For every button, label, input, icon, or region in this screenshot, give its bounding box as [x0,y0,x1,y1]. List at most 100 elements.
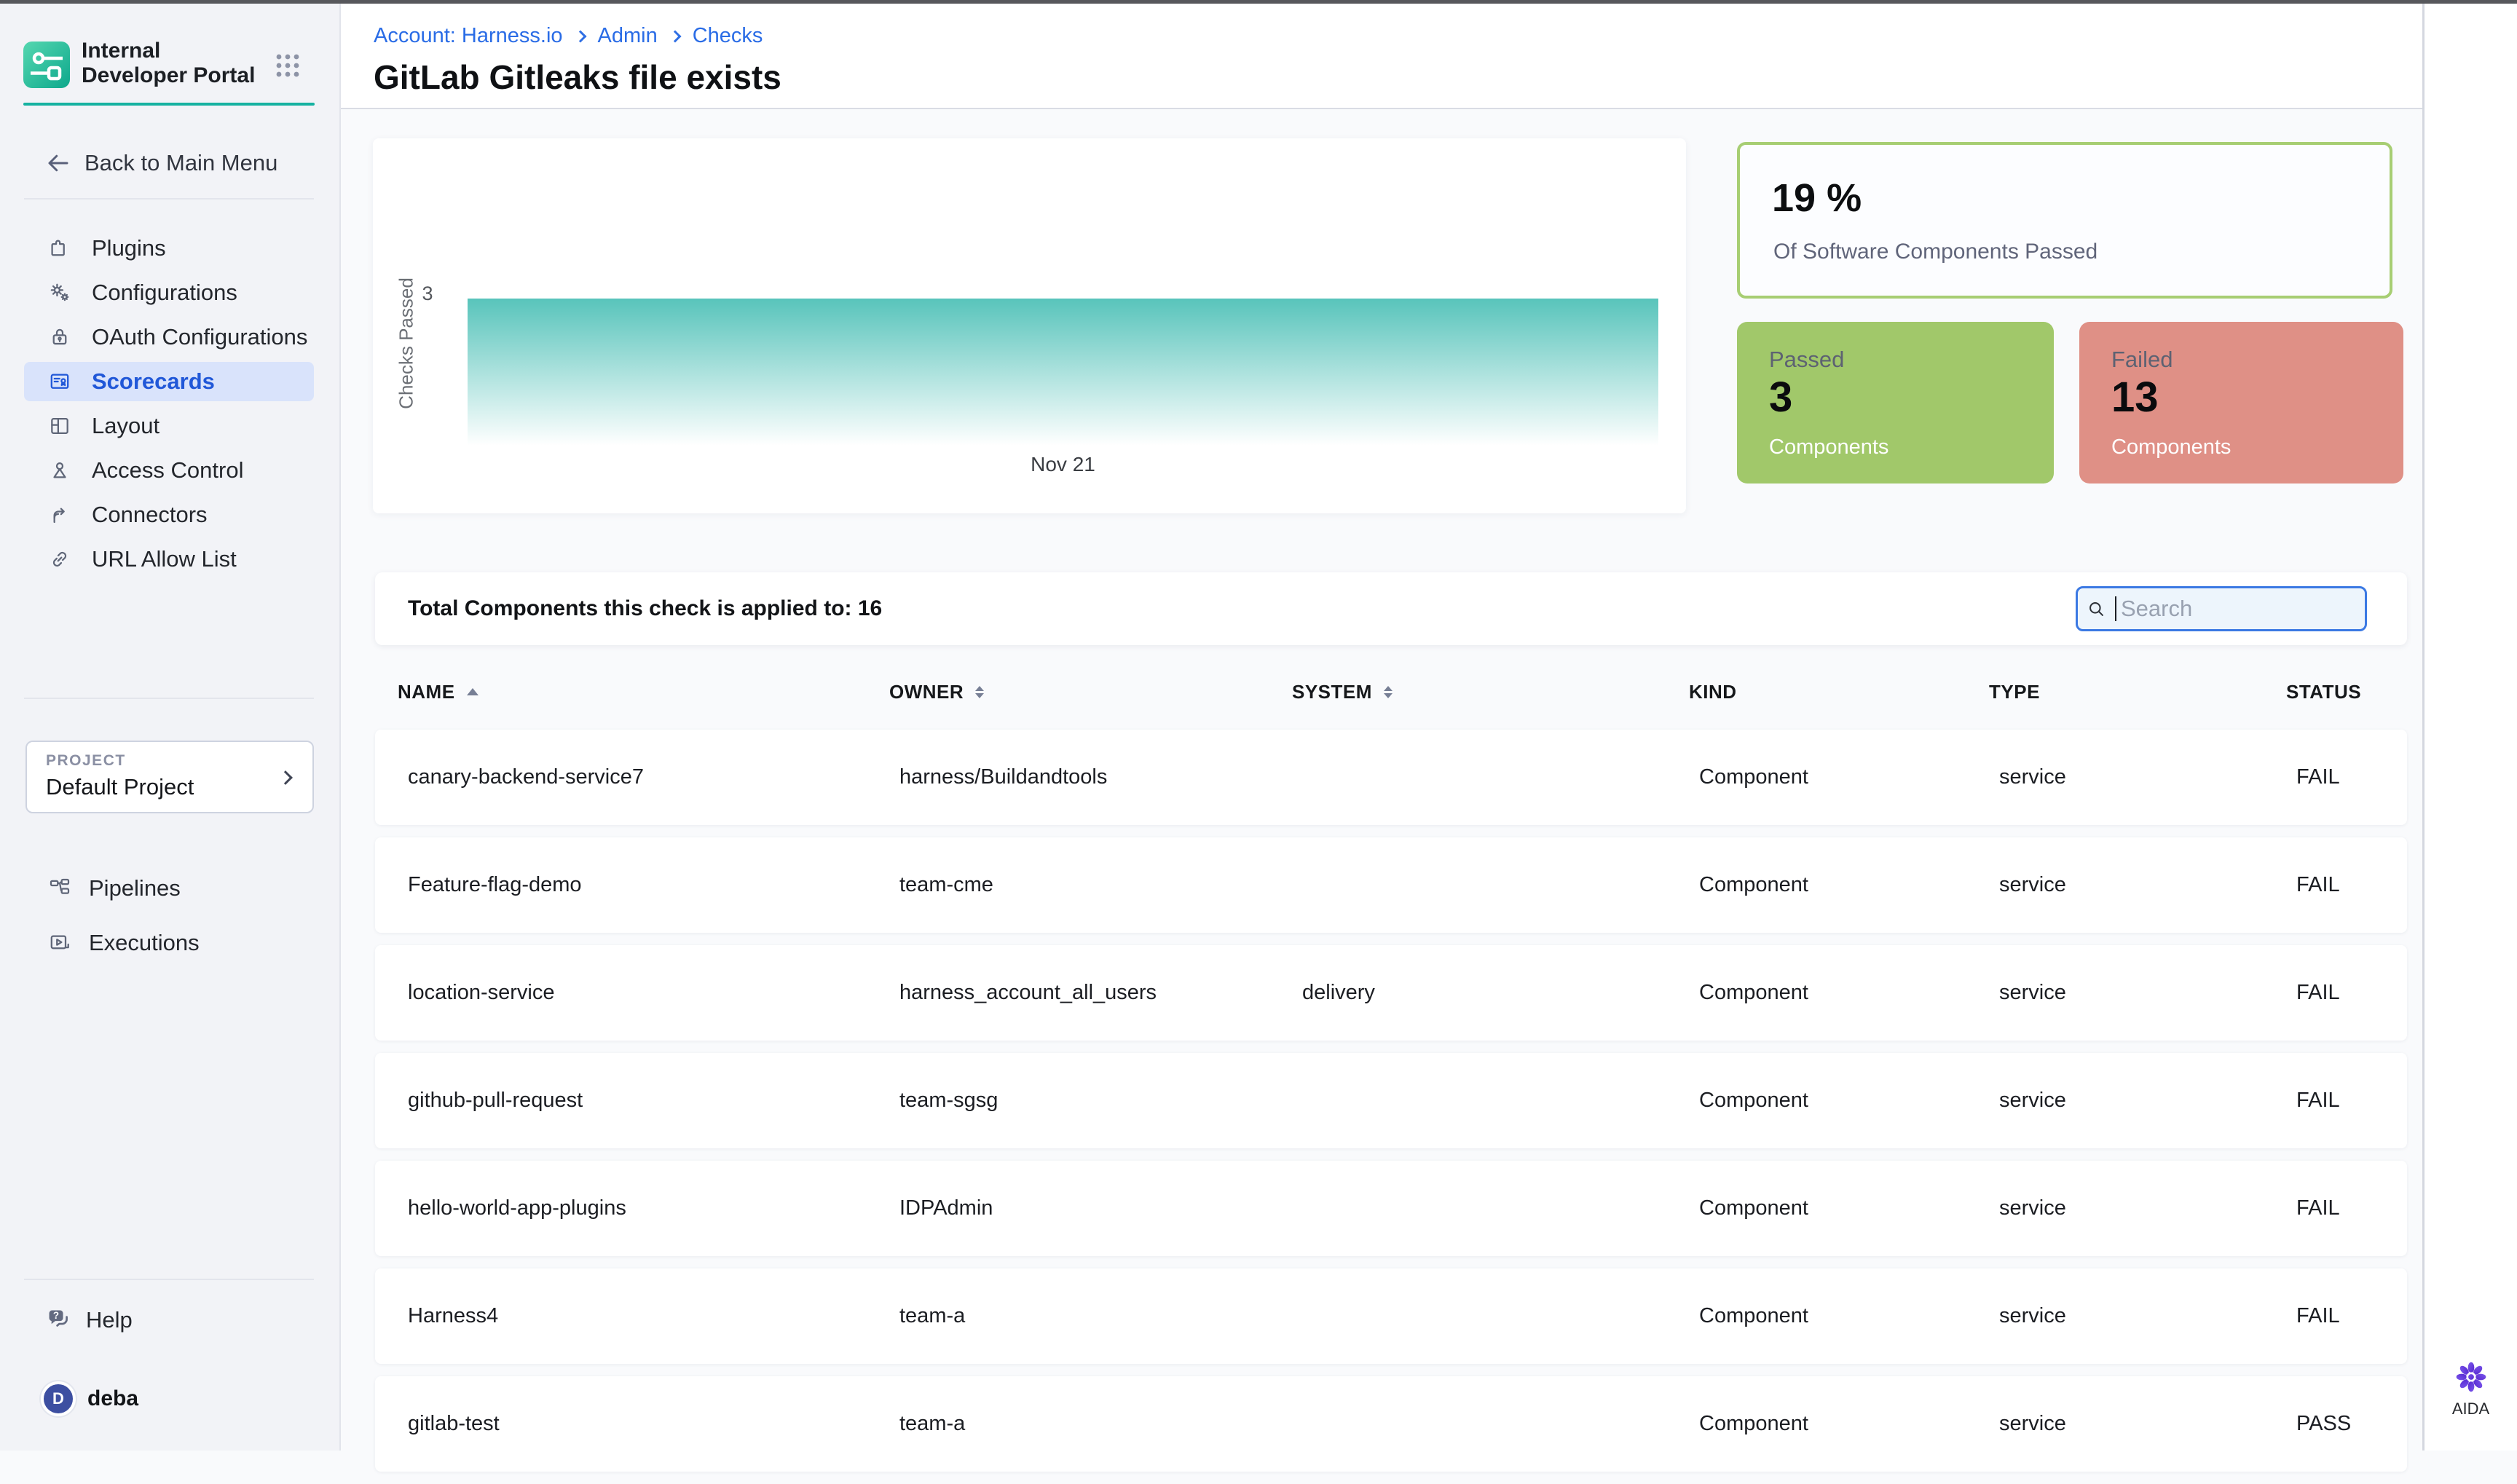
column-header-label: KIND [1689,681,1737,703]
help-button[interactable]: ? Help [45,1301,133,1340]
table-summary-bar: Total Components this check is applied t… [375,572,2407,645]
table-header-row: NAME OWNERSYSTEMKIND TYPE STATUS [375,670,2407,714]
back-arrow-icon [45,150,71,176]
cell-status: PASS [2296,1412,2407,1436]
column-header-kind[interactable]: KIND [1689,681,1989,703]
sidebar-item-label: Connectors [92,502,208,528]
sidebar-divider [24,698,314,699]
table-row[interactable]: location-serviceharness_account_all_user… [375,945,2407,1041]
column-header-status[interactable]: STATUS [2286,681,2407,703]
cell-owner: harness/Buildandtools [899,765,1302,789]
percent-passed-card: 19 % Of Software Components Passed [1737,142,2392,299]
breadcrumb-item[interactable]: Checks [693,24,763,48]
sidebar-item-connectors[interactable]: Connectors [24,495,314,534]
sidebar-nav: Plugins Configurations OAuth Configuration… [24,229,314,584]
cell-owner: team-sgsg [899,1089,1302,1113]
user-name: deba [87,1386,138,1411]
project-selector-label: PROJECT [46,752,126,770]
column-header-label: NAME [398,681,455,703]
person-icon [48,459,71,482]
table-row[interactable]: Feature-flag-demoteam-cmeComponentservic… [375,837,2407,933]
failed-value: 13 [2111,373,2159,422]
sidebar-item-layout[interactable]: Layout [24,406,314,446]
table-row[interactable]: canary-backend-service7harness/Buildandt… [375,730,2407,825]
gears-icon [48,281,71,304]
cell-owner: team-a [899,1304,1302,1328]
table-row[interactable]: hello-world-app-pluginsIDPAdminComponent… [375,1161,2407,1256]
app-logo-icon[interactable] [23,42,70,88]
puzzle-icon [48,237,71,260]
cell-kind: Component [1699,765,1999,789]
sidebar-item-label: Scorecards [92,368,215,395]
aida-assistant-button[interactable]: AIDA [2425,1359,2517,1418]
passed-subtitle: Components [1769,435,1888,459]
table-body: canary-backend-service7harness/Buildandt… [375,730,2407,1484]
aida-flower-icon [2453,1359,2489,1395]
failed-subtitle: Components [2111,435,2231,459]
failed-card: Failed 13 Components [2079,322,2403,484]
sidebar-item-label: URL Allow List [92,546,237,572]
table-summary-text: Total Components this check is applied t… [408,596,882,621]
column-header-type[interactable]: TYPE [1989,681,2286,703]
table-row[interactable]: gitlab-testteam-aComponentservicePASS [375,1376,2407,1472]
page-header: Account: Harness.io Admin Checks GitLab Gi… [341,4,2422,109]
table-row[interactable]: Harness4team-aComponentserviceFAIL [375,1268,2407,1364]
app-switcher-grid-icon[interactable] [275,53,300,78]
page-title: GitLab Gitleaks file exists [374,58,781,97]
cell-owner: team-a [899,1412,1302,1436]
cell-type: service [1999,1412,2296,1436]
column-header-label: TYPE [1989,681,2040,703]
sidebar-item-access-control[interactable]: Access Control [24,451,314,490]
cell-name: location-service [408,981,899,1005]
search-input[interactable] [2116,595,2365,623]
sidebar-item-configurations[interactable]: Configurations [24,273,314,312]
cell-kind: Component [1699,1412,1999,1436]
project-selector[interactable]: PROJECT Default Project [25,741,314,813]
link-icon [48,548,71,571]
back-to-main-menu-button[interactable]: Back to Main Menu [45,143,277,183]
table-row[interactable]: github-pull-requestteam-sgsgComponentser… [375,1053,2407,1148]
cell-type: service [1999,1304,2296,1328]
fork-icon [48,503,71,526]
cell-type: service [1999,765,2296,789]
brand-underline [23,103,315,106]
cell-name: Harness4 [408,1304,899,1328]
cell-name: hello-world-app-plugins [408,1196,899,1220]
cell-status: FAIL [2296,1089,2407,1113]
cell-kind: Component [1699,1304,1999,1328]
cell-name: github-pull-request [408,1089,899,1113]
sidebar-item-url-allow-list[interactable]: URL Allow List [24,540,314,579]
sidebar-divider [24,198,314,200]
breadcrumb-item[interactable]: Admin [598,24,658,48]
sidebar-item-label: Access Control [92,457,243,484]
passed-value: 3 [1769,373,1792,422]
project-selector-value: Default Project [46,774,194,800]
cell-owner: IDPAdmin [899,1196,1302,1220]
column-header-name[interactable]: NAME [398,681,889,703]
checks-passed-chart: Checks Passed 3 Nov 21 [373,138,1686,513]
chevron-right-icon [669,30,681,42]
column-header-owner[interactable]: OWNER [889,681,1292,703]
cell-name: Feature-flag-demo [408,873,899,897]
app-title: Internal Developer Portal [82,39,256,88]
cell-kind: Component [1699,1089,1999,1113]
passed-card: Passed 3 Components [1737,322,2054,484]
avatar: D [41,1381,76,1416]
layout-icon [48,414,71,438]
sidebar-item-plugins[interactable]: Plugins [24,229,314,268]
sidebar-project-nav: Pipelines Executions [24,869,314,978]
passed-label: Passed [1769,347,1844,373]
sidebar-item-label: Layout [92,413,159,439]
sidebar-item-scorecards[interactable]: Scorecards [24,362,314,401]
cell-owner: team-cme [899,873,1302,897]
sidebar-item-executions[interactable]: Executions [24,923,314,963]
search-box[interactable] [2076,586,2367,631]
sort-icon [1384,686,1393,698]
breadcrumb-item[interactable]: Account: Harness.io [374,24,563,48]
column-header-system[interactable]: SYSTEM [1292,681,1689,703]
sort-ascending-icon [467,688,478,695]
chevron-right-icon [278,770,293,785]
sidebar-item-pipelines[interactable]: Pipelines [24,869,314,908]
sidebar-item-oauth-configurations[interactable]: OAuth Configurations [24,317,314,357]
user-menu[interactable]: D deba [41,1378,138,1419]
